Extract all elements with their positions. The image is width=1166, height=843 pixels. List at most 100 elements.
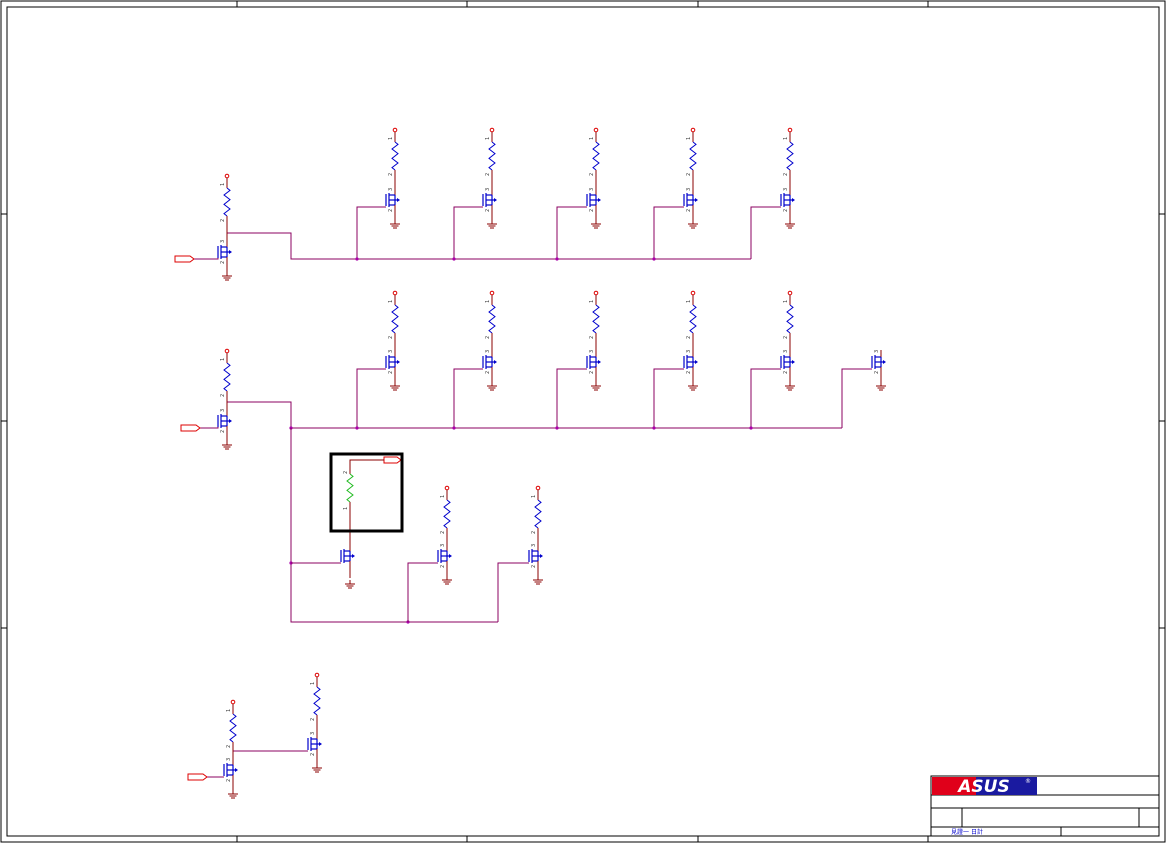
resistor-icon: [786, 304, 794, 334]
pin-number: 2: [226, 779, 232, 782]
pin-number: 2: [388, 336, 394, 339]
pin-number: 3: [220, 240, 226, 243]
resistor-icon: [391, 141, 399, 171]
pin-number: 1: [343, 507, 349, 510]
n-channel-mosfet-icon: [437, 549, 452, 563]
pin-number: 2: [686, 371, 692, 374]
junction-dot: [452, 257, 456, 261]
power-terminal-icon: [444, 485, 450, 491]
pin-number: 2: [531, 531, 537, 534]
net-wire: [227, 401, 842, 429]
pin-number: 1: [783, 137, 789, 140]
pin-number: 3: [686, 188, 692, 191]
pin-number: 3: [310, 732, 316, 735]
titleblock-footer-right: 日計: [971, 828, 983, 836]
sheet-border: [0, 0, 1166, 843]
pin-number: 2: [485, 371, 491, 374]
ground-icon: [228, 790, 238, 799]
power-terminal-icon: [690, 127, 696, 133]
driver-stage: 1 2 3 2: [780, 290, 795, 391]
net-wires: [194, 206, 872, 778]
n-channel-mosfet-icon: [223, 763, 238, 777]
ground-icon: [390, 382, 400, 391]
ground-icon: [785, 382, 795, 391]
net-wire: [407, 562, 438, 622]
n-channel-mosfet-icon: [217, 414, 232, 428]
n-channel-mosfet-icon: [586, 193, 601, 207]
pin-number: 3: [589, 188, 595, 191]
resistor-icon: [391, 304, 399, 334]
n-channel-mosfet-icon: [482, 355, 497, 369]
power-terminal-icon: [787, 127, 793, 133]
resistor-icon: [488, 304, 496, 334]
resistor-icon: [229, 713, 237, 743]
resistor-icon: [223, 362, 231, 392]
net-wire: [556, 206, 587, 259]
pin-number: 3: [388, 350, 394, 353]
n-channel-mosfet-icon: [385, 193, 400, 207]
power-terminal-icon: [224, 173, 230, 179]
power-terminal-icon: [392, 127, 398, 133]
resistor-icon: [346, 473, 354, 503]
pin-number: 3: [874, 350, 880, 353]
ground-icon: [312, 764, 322, 773]
driver-stage: 1 2 3 2: [217, 173, 232, 281]
pin-number: 2: [686, 209, 692, 212]
pin-number: 2: [783, 173, 789, 176]
driver-stage: 32: [871, 350, 886, 391]
ground-icon: [442, 576, 452, 585]
net-wire: [453, 368, 483, 428]
resistor-icon: [786, 141, 794, 171]
driver-stage: 1 2 3 2: [528, 485, 543, 585]
n-channel-mosfet-icon: [482, 193, 497, 207]
n-channel-mosfet-icon: [340, 549, 355, 563]
power-terminal-icon: [489, 127, 495, 133]
pin-number: 3: [589, 350, 595, 353]
pin-number: 1: [686, 300, 692, 303]
pin-number: 2: [388, 371, 394, 374]
ground-icon: [222, 441, 232, 450]
power-terminal-icon: [535, 485, 541, 491]
pin-number: 1: [589, 300, 595, 303]
pin-number: 3: [485, 350, 491, 353]
driver-stage: 1 2 3 2: [482, 290, 497, 391]
net-wire: [841, 368, 872, 428]
pin-number: 2: [220, 261, 226, 264]
junction-dot: [452, 426, 456, 430]
resistor-icon: [689, 141, 697, 171]
pin-number: 1: [220, 183, 226, 186]
offpage-connector-icon: [383, 456, 402, 464]
ground-icon: [785, 220, 795, 229]
junction-dot: [555, 426, 559, 430]
driver-stage: 1 2 3 2: [586, 290, 601, 391]
pin-number: 2: [388, 173, 394, 176]
n-channel-mosfet-icon: [780, 355, 795, 369]
pin-number: 1: [388, 300, 394, 303]
power-terminal-icon: [392, 290, 398, 296]
selection-highlight-box[interactable]: [329, 452, 404, 533]
ground-icon: [222, 272, 232, 281]
pin-number: 2: [440, 565, 446, 568]
resistor-icon: [689, 304, 697, 334]
junction-dot: [652, 426, 656, 430]
ground-icon: [487, 220, 497, 229]
pin-number: 1: [388, 137, 394, 140]
junction-dot: [355, 257, 359, 261]
pin-number: 2: [485, 209, 491, 212]
pin-number: 2: [220, 219, 226, 222]
net-wire: [653, 206, 684, 259]
n-channel-mosfet-icon: [385, 355, 400, 369]
pin-number: 2: [686, 173, 692, 176]
n-channel-mosfet-icon: [307, 737, 322, 751]
pin-number: 3: [220, 409, 226, 412]
pin-number: 1: [226, 709, 232, 712]
title-block: ASUS ® 見證一 日計: [930, 775, 1160, 837]
ground-icon: [390, 220, 400, 229]
pin-number: 3: [485, 188, 491, 191]
junction-dot: [355, 426, 359, 430]
pin-number: 2: [343, 471, 349, 474]
pin-number: 1: [310, 682, 316, 685]
resistor-icon: [592, 304, 600, 334]
driver-stage: 1 2 3 2: [307, 672, 322, 773]
ground-icon: [688, 220, 698, 229]
